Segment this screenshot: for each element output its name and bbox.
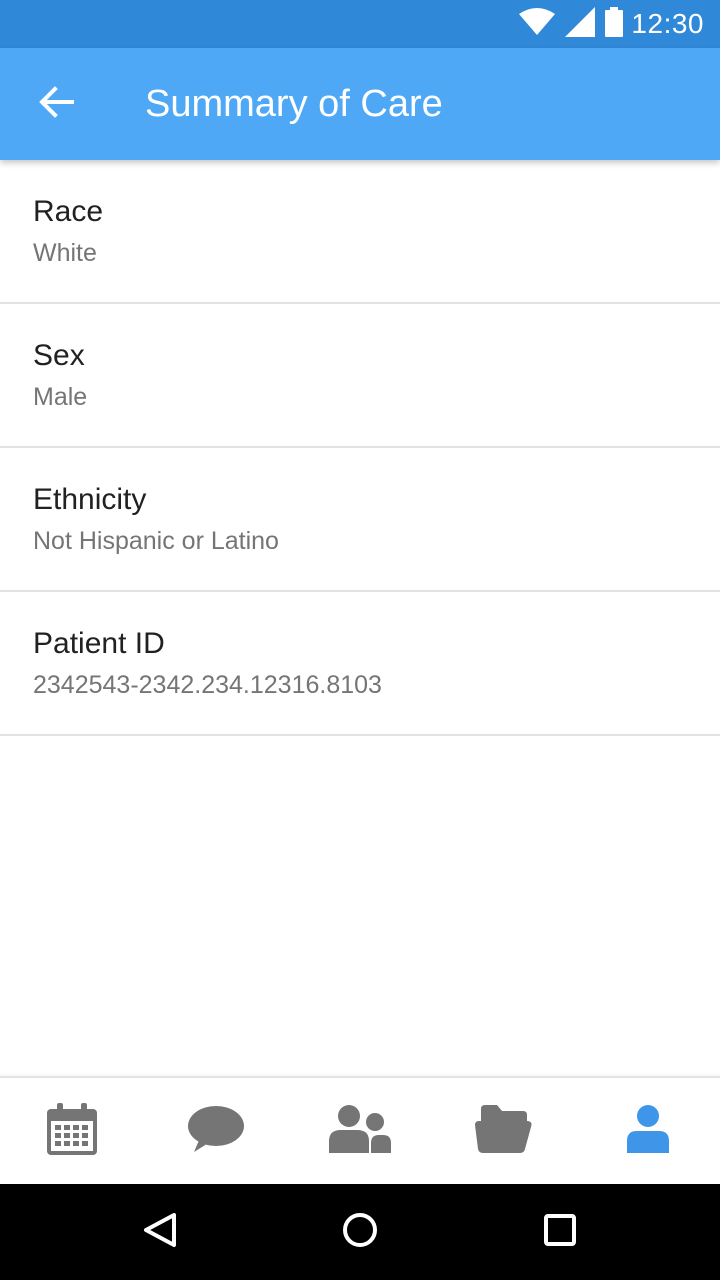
bottom-nav xyxy=(0,1076,720,1184)
home-circle-icon xyxy=(342,1212,378,1253)
field-row-patient-id: Patient ID 2342543-2342.234.12316.8103 xyxy=(0,592,720,736)
field-label: Ethnicity xyxy=(33,483,147,516)
folder-open-icon xyxy=(475,1104,533,1158)
arrow-left-icon xyxy=(38,85,74,123)
field-value: 2342543-2342.234.12316.8103 xyxy=(33,671,382,699)
nav-item-calendar[interactable] xyxy=(0,1077,144,1185)
field-row-race: Race White xyxy=(0,160,720,304)
nav-item-documents[interactable] xyxy=(432,1077,576,1185)
people-icon xyxy=(329,1104,391,1158)
field-value: Not Hispanic or Latino xyxy=(33,527,279,555)
battery-icon xyxy=(605,6,624,42)
status-time: 12:30 xyxy=(631,8,704,39)
recents-square-icon xyxy=(542,1212,578,1253)
field-row-sex: Sex Male xyxy=(0,304,720,448)
status-icons xyxy=(519,6,624,42)
calendar-icon xyxy=(47,1102,97,1160)
system-back-button[interactable] xyxy=(110,1184,210,1280)
field-value: White xyxy=(33,239,97,267)
field-label: Sex xyxy=(33,339,85,372)
field-row-ethnicity: Ethnicity Not Hispanic or Latino xyxy=(0,448,720,592)
status-bar: 12:30 xyxy=(0,0,720,48)
person-icon xyxy=(627,1104,669,1158)
chat-bubble-icon xyxy=(188,1105,244,1157)
nav-item-contacts[interactable] xyxy=(288,1077,432,1185)
field-label: Race xyxy=(33,195,104,228)
back-button[interactable] xyxy=(32,82,80,126)
system-recents-button[interactable] xyxy=(510,1184,610,1280)
field-value: Male xyxy=(33,383,88,411)
back-triangle-icon xyxy=(142,1212,178,1253)
system-home-button[interactable] xyxy=(310,1184,410,1280)
summary-list: Race White Sex Male Ethnicity Not Hispan… xyxy=(0,160,720,736)
wifi-icon xyxy=(519,7,556,41)
system-nav-bar xyxy=(0,1184,720,1280)
signal-icon xyxy=(565,6,596,42)
nav-item-profile[interactable] xyxy=(576,1077,720,1185)
app-bar: Summary of Care xyxy=(0,48,720,160)
nav-item-messages[interactable] xyxy=(144,1077,288,1185)
field-label: Patient ID xyxy=(33,627,165,660)
page-title: Summary of Care xyxy=(145,83,443,125)
